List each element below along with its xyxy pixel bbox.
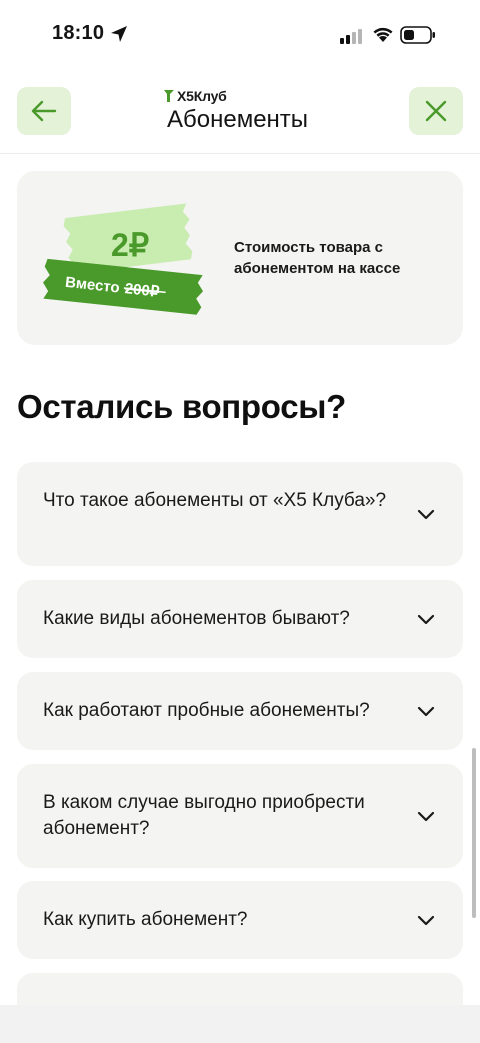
chevron-down-icon (417, 614, 435, 625)
battery-icon (400, 26, 435, 44)
faq-item[interactable]: В каком случае выгодно приобрести абонем… (17, 764, 463, 868)
app-header: Х5Клуб Абонементы (0, 70, 480, 154)
faq-question: Как купить абонемент? (43, 909, 248, 930)
chevron-down-icon (417, 915, 435, 926)
faq-item[interactable]: Как купить абонемент? (17, 881, 463, 959)
status-time: 18:10 (52, 22, 105, 44)
arrow-left-icon (31, 100, 57, 122)
chevron-down-icon (417, 811, 435, 822)
faq-title: Остались вопросы? (17, 388, 347, 425)
logo-leaf-icon (164, 90, 174, 102)
promo-price: 2₽ (111, 227, 149, 263)
price-ticket-graphic: 2₽ Вместо 200₽ (43, 203, 203, 315)
close-button[interactable] (409, 87, 463, 135)
chevron-down-icon (417, 706, 435, 717)
close-icon (425, 100, 447, 122)
back-button[interactable] (17, 87, 71, 135)
page-title: Абонементы (167, 106, 309, 133)
faq-question: Что такое абонементы от «Х5 Клуба»? (43, 490, 387, 511)
faq-item[interactable]: Что такое абонементы от «Х5 Клуба»? (17, 462, 463, 566)
location-arrow-icon (111, 26, 127, 42)
logo-text: Х5Клуб (177, 88, 227, 104)
promo-card: 2₽ Вместо 200₽ Стоимость товара с абонем… (17, 171, 463, 345)
bottom-bar (0, 1005, 480, 1043)
status-bar: 18:10 (0, 0, 480, 70)
promo-description: Стоимость товара с абонементом на кассе (234, 239, 401, 277)
x5-club-logo: Х5Клуб (163, 86, 227, 106)
faq-item[interactable]: Как работают пробные абонементы? (17, 672, 463, 750)
faq-question: Как работают пробные абонементы? (43, 700, 370, 721)
cellular-signal-icon (340, 29, 362, 44)
faq-question: В каком случае выгодно приобрести абонем… (43, 792, 365, 839)
wifi-icon (373, 27, 393, 42)
chevron-down-icon (417, 509, 435, 520)
scrollbar[interactable] (472, 748, 476, 918)
faq-item[interactable]: Какие виды абонементов бывают? (17, 580, 463, 658)
faq-question: Какие виды абонементов бывают? (43, 608, 350, 629)
